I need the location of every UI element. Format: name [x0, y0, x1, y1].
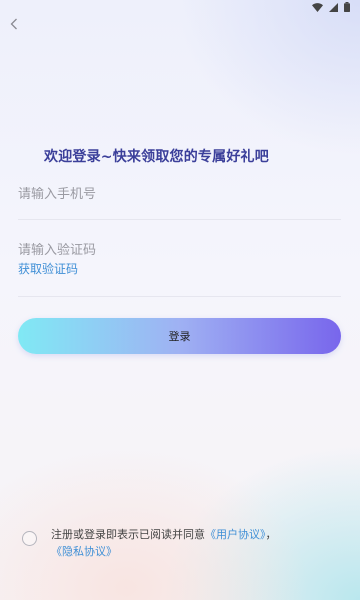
wifi-icon — [312, 2, 323, 12]
page-title: 欢迎登录~快来领取您的专属好礼吧 — [44, 149, 269, 165]
login-button[interactable]: 登录 — [18, 318, 341, 354]
phone-input[interactable] — [18, 187, 341, 202]
verification-code-input[interactable] — [18, 243, 341, 258]
agreement-row: 注册或登录即表示已阅读并同意《用户协议》， 《隐私协议》 — [22, 526, 342, 560]
agreement-separator: ， — [265, 528, 277, 541]
agreement-text: 注册或登录即表示已阅读并同意《用户协议》， 《隐私协议》 — [51, 526, 333, 560]
get-code-link[interactable]: 获取验证码 — [18, 260, 78, 277]
status-bar — [0, 0, 360, 14]
chevron-left-icon — [10, 15, 18, 34]
phone-field-container — [18, 183, 341, 220]
code-field-container: 获取验证码 — [18, 239, 341, 297]
privacy-policy-link[interactable]: 《隐私协议》 — [51, 545, 117, 558]
user-agreement-link[interactable]: 《用户协议》 — [205, 528, 266, 541]
agreement-prefix: 注册或登录即表示已阅读并同意 — [51, 528, 205, 541]
back-button[interactable] — [6, 16, 22, 32]
agreement-checkbox[interactable] — [22, 531, 37, 546]
battery-icon — [344, 2, 350, 12]
signal-icon — [329, 2, 338, 12]
